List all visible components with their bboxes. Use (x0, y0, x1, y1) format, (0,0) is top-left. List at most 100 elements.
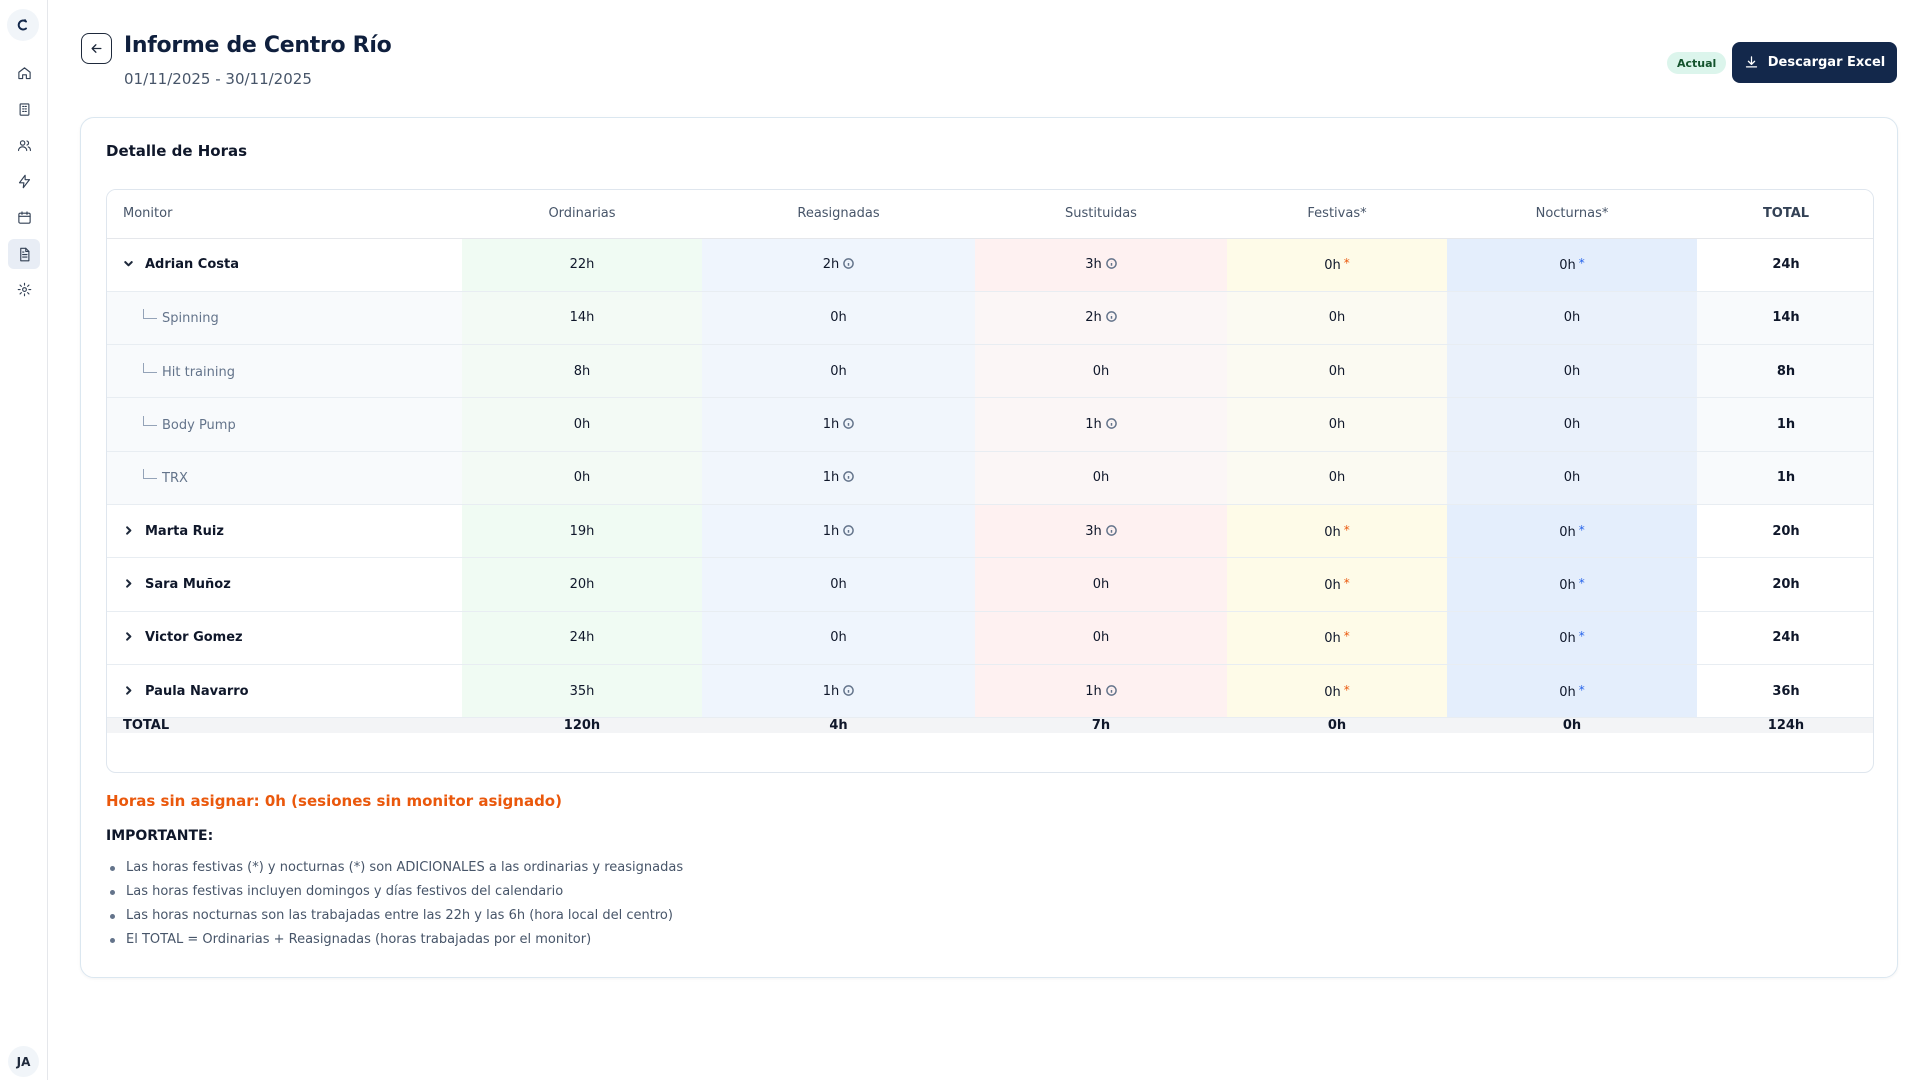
total-sustituidas: 7h (975, 717, 1227, 734)
cell-festivas: 0h * (1227, 238, 1447, 292)
chevron-right-icon[interactable] (123, 524, 135, 539)
sidebar-item-calendar[interactable] (12, 205, 36, 229)
cell-festivas: 0h (1227, 451, 1447, 505)
cell-total: 24h (1697, 611, 1873, 665)
cell-value: 0h (830, 363, 847, 379)
holiday-star-marker: * (1343, 256, 1350, 271)
cell-total: 1h (1697, 397, 1873, 452)
sidebar-item-reports[interactable] (8, 239, 40, 269)
chevron-right-icon[interactable] (123, 630, 135, 645)
cell-ordinarias: 8h (462, 344, 702, 399)
table-header-row: Monitor Ordinarias Reasignadas Sustituid… (107, 190, 1873, 239)
cell-value: 0h (1559, 631, 1576, 647)
cell-value: 1h (1085, 417, 1102, 433)
monitor-row[interactable]: Sara Muñoz 20h 0h 0h 0h * 0h * 20h (107, 557, 1873, 612)
night-star-marker: * (1578, 522, 1585, 537)
info-icon[interactable] (1105, 524, 1117, 536)
monitor-name: Adrian Costa (145, 257, 239, 273)
info-icon[interactable] (1105, 418, 1117, 429)
monitor-row[interactable]: Marta Ruiz 19h 1h 3h 0h * 0h * 20h (107, 504, 1873, 559)
sidebar-item-users[interactable] (12, 133, 36, 157)
unassigned-hours: Horas sin asignar: 0h (sesiones sin moni… (106, 792, 562, 810)
column-header-nocturnas: Nocturnas* (1447, 190, 1697, 239)
column-header-total: TOTAL (1697, 190, 1873, 239)
monitor-row[interactable]: Adrian Costa 22h 2h 3h 0h * 0h * 24h (107, 238, 1873, 292)
monitor-cell: Adrian Costa (107, 238, 462, 292)
cell-reasignadas: 1h (702, 451, 975, 505)
cell-festivas: 0h * (1227, 664, 1447, 719)
info-icon[interactable] (1105, 311, 1117, 323)
sidebar-item-centers[interactable] (12, 97, 36, 121)
activity-name: Hit training (162, 364, 235, 380)
arrow-left-icon (91, 44, 102, 53)
monitor-cell: TRX (107, 451, 462, 505)
logo-icon (17, 19, 27, 31)
cell-total: 8h (1697, 344, 1873, 399)
download-excel-button[interactable]: Descargar Excel (1732, 42, 1897, 83)
home-icon (17, 66, 31, 79)
cell-value: 0h (573, 417, 591, 433)
avatar[interactable]: JA (8, 1046, 39, 1077)
building-icon (19, 102, 29, 116)
cell-festivas: 0h (1227, 291, 1447, 346)
cell-value: 0h (1563, 363, 1581, 379)
holiday-star-marker: * (1343, 629, 1350, 644)
note-item: Las horas nocturnas son las trabajadas e… (106, 904, 683, 928)
chevron-right-icon[interactable] (123, 577, 135, 592)
info-icon[interactable] (843, 471, 855, 483)
cell-value: 0h (830, 576, 847, 592)
info-icon[interactable] (843, 418, 855, 429)
cell-value: 0h (1324, 631, 1341, 647)
cell-value: 14h (1772, 310, 1800, 326)
note-item: Las horas festivas (*) y nocturnas (*) s… (106, 856, 683, 880)
activity-name: TRX (162, 471, 188, 487)
cell-value: 22h (569, 257, 595, 273)
sidebar-item-home[interactable] (12, 61, 36, 85)
cell-value: 1h (1085, 683, 1102, 699)
monitor-cell: Body Pump (107, 397, 462, 452)
cell-value: 8h (1776, 363, 1796, 379)
cell-ordinarias: 0h (462, 397, 702, 452)
cell-value: 0h (1559, 258, 1576, 274)
cell-reasignadas: 0h (702, 611, 975, 665)
info-icon[interactable] (843, 524, 855, 536)
cell-festivas: 0h * (1227, 557, 1447, 612)
cell-sustituidas: 0h (975, 451, 1227, 505)
cell-value: 0h (1559, 577, 1576, 593)
cell-sustituidas: 1h (975, 664, 1227, 719)
info-icon[interactable] (843, 258, 855, 269)
cell-ordinarias: 14h (462, 291, 702, 346)
activity-name: Body Pump (162, 418, 236, 434)
cell-sustituidas: 0h (975, 344, 1227, 399)
total-ordinarias: 120h (462, 717, 702, 734)
hours-detail-card: Detalle de Horas Monitor Ordinarias Reas… (80, 117, 1898, 978)
gear-icon (17, 282, 31, 296)
chevron-right-icon[interactable] (123, 684, 135, 699)
info-icon[interactable] (843, 684, 855, 696)
cell-value: 0h (1328, 363, 1346, 379)
hours-table: Monitor Ordinarias Reasignadas Sustituid… (106, 189, 1874, 773)
cell-value: 0h (1559, 524, 1576, 540)
cell-festivas: 0h * (1227, 611, 1447, 665)
sidebar-item-settings[interactable] (12, 277, 36, 301)
cell-nocturnas: 0h * (1447, 238, 1697, 292)
back-button[interactable] (81, 33, 112, 64)
cell-reasignadas: 0h (702, 557, 975, 612)
chevron-down-icon[interactable] (123, 257, 135, 272)
cell-nocturnas: 0h * (1447, 557, 1697, 612)
download-icon (1745, 56, 1757, 68)
info-icon[interactable] (1105, 258, 1117, 269)
important-title: IMPORTANTE: (106, 828, 214, 844)
cell-ordinarias: 20h (462, 557, 702, 612)
cell-value: 1h (822, 683, 840, 699)
cell-festivas: 0h (1227, 344, 1447, 399)
sidebar-item-activities[interactable] (12, 169, 36, 193)
logo[interactable] (7, 9, 39, 41)
monitor-row[interactable]: Paula Navarro 35h 1h 1h 0h * 0h * 36h (107, 664, 1873, 719)
column-header-festivas: Festivas* (1227, 190, 1447, 239)
cell-value: 1h (1776, 470, 1796, 486)
note-item: Las horas festivas incluyen domingos y d… (106, 880, 683, 904)
monitor-row[interactable]: Victor Gomez 24h 0h 0h 0h * 0h * 24h (107, 611, 1873, 665)
info-icon[interactable] (1105, 684, 1117, 696)
cell-value: 20h (1772, 523, 1800, 539)
